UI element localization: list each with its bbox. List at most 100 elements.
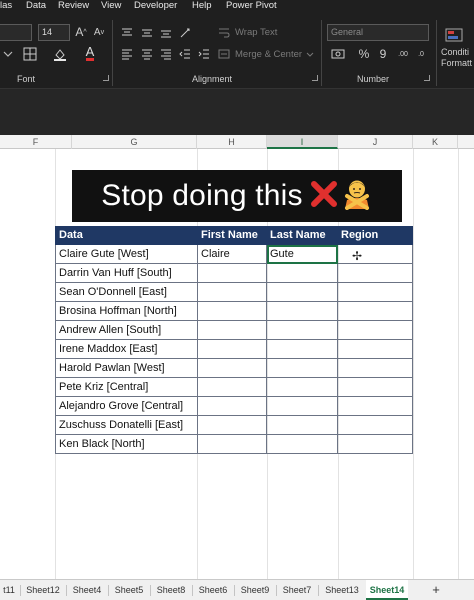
cell-region[interactable] (338, 416, 413, 435)
cell-last-name[interactable] (267, 359, 338, 378)
cell-first-name[interactable] (198, 340, 267, 359)
increase-decimal-icon[interactable]: .00 (396, 47, 410, 61)
conditional-formatting-icon[interactable] (442, 26, 466, 44)
wrap-text-label[interactable]: Wrap Text (235, 27, 277, 38)
header-first-name[interactable]: First Name (198, 226, 267, 245)
merge-center-label[interactable]: Merge & Center (235, 49, 302, 60)
sheet-tab-sheet14[interactable]: Sheet14 (366, 580, 408, 600)
conditional-formatting-label-2[interactable]: Formatt (441, 58, 472, 68)
sheet-tab-sheet6[interactable]: Sheet6 (194, 580, 232, 600)
decrease-indent-icon[interactable] (178, 47, 192, 61)
alignment-dialog-launcher-icon[interactable] (312, 75, 318, 81)
cell-data[interactable]: Irene Maddox [East] (55, 340, 198, 359)
column-header-k[interactable]: K (413, 135, 458, 149)
underline-dropdown-icon[interactable] (2, 47, 14, 61)
cell-first-name[interactable] (198, 397, 267, 416)
borders-icon[interactable] (22, 46, 38, 62)
sheet-tab-sheet4[interactable]: Sheet4 (68, 580, 106, 600)
cell-region[interactable] (338, 302, 413, 321)
cell-region[interactable] (338, 245, 413, 264)
align-bottom-icon[interactable] (159, 26, 173, 40)
comma-style-icon[interactable]: 9 (376, 47, 390, 61)
cell-data[interactable]: Andrew Allen [South] (55, 321, 198, 340)
cell-first-name[interactable] (198, 264, 267, 283)
menu-data[interactable]: Data (26, 0, 46, 11)
cell-data[interactable]: Claire Gute [West] (55, 245, 198, 264)
column-header-g[interactable]: G (72, 135, 197, 149)
decrease-decimal-icon[interactable]: .0 (414, 47, 428, 61)
cell-data[interactable]: Pete Kriz [Central] (55, 378, 198, 397)
cell-last-name[interactable] (267, 302, 338, 321)
cell-data[interactable]: Ken Black [North] (55, 435, 198, 454)
menu-developer[interactable]: Developer (134, 0, 177, 11)
merge-dropdown-icon[interactable] (305, 50, 315, 60)
menu-help[interactable]: Help (192, 0, 212, 11)
sheet-tab-sheet9[interactable]: Sheet9 (236, 580, 274, 600)
cell-region[interactable] (338, 359, 413, 378)
align-top-icon[interactable] (120, 26, 134, 40)
orientation-icon[interactable] (178, 26, 194, 40)
column-header-i[interactable]: I (267, 135, 338, 149)
sheet-tab-sheet7[interactable]: Sheet7 (278, 580, 316, 600)
cell-region[interactable] (338, 378, 413, 397)
wrap-text-icon[interactable] (217, 26, 231, 40)
column-header-j[interactable]: J (338, 135, 413, 149)
cell-first-name[interactable] (198, 359, 267, 378)
number-dialog-launcher-icon[interactable] (424, 75, 430, 81)
align-middle-icon[interactable] (140, 26, 154, 40)
sheet-tab-11[interactable]: t11 (0, 580, 18, 600)
column-header-f[interactable]: F (0, 135, 72, 149)
header-region[interactable]: Region (338, 226, 413, 245)
fill-color-icon[interactable] (52, 46, 68, 62)
cell-last-name[interactable] (267, 264, 338, 283)
number-format-dropdown[interactable]: General (327, 24, 429, 41)
cell-data[interactable]: Alejandro Grove [Central] (55, 397, 198, 416)
cell-last-name[interactable] (267, 283, 338, 302)
cell-last-name[interactable] (267, 416, 338, 435)
cell-first-name[interactable] (198, 283, 267, 302)
font-name-dropdown[interactable] (0, 24, 32, 41)
menu-formulas[interactable]: las (0, 0, 12, 11)
header-data[interactable]: Data (55, 226, 198, 245)
font-color-icon[interactable]: A (82, 45, 98, 62)
align-right-icon[interactable] (159, 47, 173, 61)
decrease-font-icon[interactable]: Av (92, 25, 106, 39)
cell-data[interactable]: Sean O'Donnell [East] (55, 283, 198, 302)
cell-first-name[interactable] (198, 321, 267, 340)
cell-first-name[interactable] (198, 435, 267, 454)
add-sheet-button[interactable]: + (426, 580, 446, 600)
sheet-tab-sheet13[interactable]: Sheet13 (320, 580, 364, 600)
conditional-formatting-label-1[interactable]: Conditi (441, 47, 469, 57)
cell-last-name[interactable]: Gute (267, 245, 338, 264)
cell-first-name[interactable]: Claire (198, 245, 267, 264)
cell-region[interactable] (338, 340, 413, 359)
cell-region[interactable] (338, 283, 413, 302)
cell-last-name[interactable] (267, 340, 338, 359)
cell-region[interactable] (338, 435, 413, 454)
cell-region[interactable] (338, 264, 413, 283)
cell-first-name[interactable] (198, 378, 267, 397)
cell-data[interactable]: Brosina Hoffman [North] (55, 302, 198, 321)
menu-power-pivot[interactable]: Power Pivot (226, 0, 277, 11)
cell-region[interactable] (338, 321, 413, 340)
merge-center-icon[interactable] (217, 47, 231, 61)
cell-last-name[interactable] (267, 378, 338, 397)
cell-last-name[interactable] (267, 321, 338, 340)
align-left-icon[interactable] (120, 47, 134, 61)
cell-first-name[interactable] (198, 302, 267, 321)
menu-review[interactable]: Review (58, 0, 89, 11)
increase-font-icon[interactable]: A ^ (74, 25, 88, 39)
align-center-icon[interactable] (140, 47, 154, 61)
sheet-tab-sheet5[interactable]: Sheet5 (110, 580, 148, 600)
menu-view[interactable]: View (101, 0, 121, 11)
cell-region[interactable] (338, 397, 413, 416)
cell-data[interactable]: Zuschuss Donatelli [East] (55, 416, 198, 435)
cell-data[interactable]: Harold Pawlan [West] (55, 359, 198, 378)
percent-style-icon[interactable]: % (357, 47, 371, 61)
cell-data[interactable]: Darrin Van Huff [South] (55, 264, 198, 283)
cell-last-name[interactable] (267, 435, 338, 454)
sheet-tab-sheet8[interactable]: Sheet8 (152, 580, 190, 600)
header-last-name[interactable]: Last Name (267, 226, 338, 245)
column-header-h[interactable]: H (197, 135, 267, 149)
sheet-tab-sheet12[interactable]: Sheet12 (22, 580, 64, 600)
